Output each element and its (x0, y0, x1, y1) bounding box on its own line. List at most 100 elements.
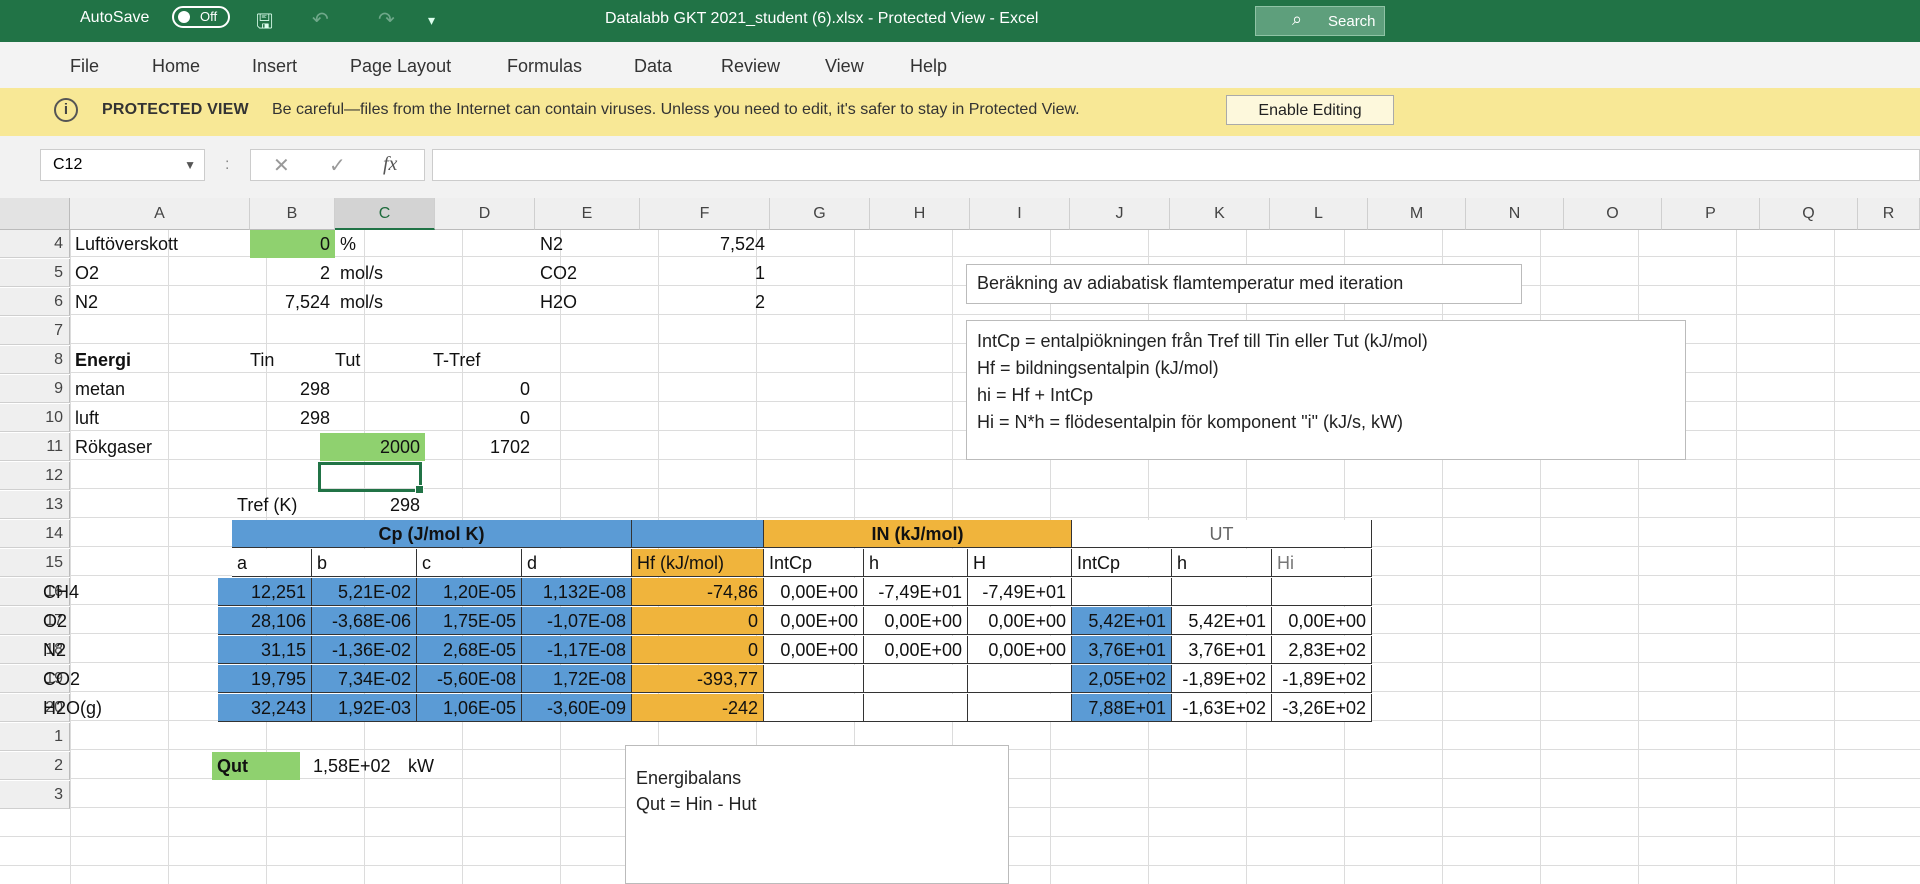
row-header[interactable]: 14 (0, 520, 70, 548)
col-header-h[interactable]: H (870, 198, 970, 230)
tab-home[interactable]: Home (152, 56, 200, 77)
customize-toolbar-icon[interactable]: ▾ (428, 12, 435, 29)
row-header[interactable]: 1 (0, 723, 70, 751)
cell-b9[interactable]: 298 (250, 375, 335, 403)
ut-hi[interactable]: 0,00E+00 (1272, 607, 1372, 635)
cp-c[interactable]: 1,20E-05 (417, 578, 522, 606)
cell-d10[interactable]: 0 (435, 404, 535, 432)
table-col-in-H[interactable]: H (968, 549, 1072, 577)
row-header[interactable]: 13 (0, 491, 70, 519)
cell-b6[interactable]: 7,524 (250, 288, 335, 316)
col-header-l[interactable]: L (1270, 198, 1368, 230)
cp-d[interactable]: 1,132E-08 (522, 578, 632, 606)
in-H[interactable]: 0,00E+00 (968, 607, 1072, 635)
cp-c[interactable]: 1,06E-05 (417, 694, 522, 722)
cp-b[interactable]: 5,21E-02 (312, 578, 417, 606)
cp-b[interactable]: 1,92E-03 (312, 694, 417, 722)
cell-e4[interactable]: N2 (535, 230, 640, 258)
col-header-a[interactable]: A (70, 198, 250, 230)
cell-d9[interactable]: 0 (435, 375, 535, 403)
hf-value[interactable]: -74,86 (632, 578, 764, 606)
tab-view[interactable]: View (825, 56, 864, 77)
formula-input[interactable] (432, 149, 1920, 181)
row-header[interactable]: 5 (0, 259, 70, 287)
ut-h[interactable]: -1,63E+02 (1172, 694, 1272, 722)
cp-d[interactable]: 1,72E-08 (522, 665, 632, 693)
table-col-ut-hi[interactable]: Hi (1272, 549, 1372, 577)
tab-insert[interactable]: Insert (252, 56, 297, 77)
row-header[interactable]: 15 (0, 549, 70, 577)
cell-d11[interactable]: 1702 (435, 433, 535, 461)
ut-intcp[interactable]: 5,42E+01 (1072, 607, 1172, 635)
row-header[interactable]: 3 (0, 781, 70, 809)
tab-review[interactable]: Review (721, 56, 780, 77)
table-col-hf[interactable]: Hf (kJ/mol) (632, 549, 764, 577)
table-col-ut-intcp[interactable]: IntCp (1072, 549, 1172, 577)
cell-c11[interactable]: 2000 (320, 433, 425, 461)
ut-hi[interactable]: -1,89E+02 (1272, 665, 1372, 693)
table-col-in-h[interactable]: h (864, 549, 968, 577)
qut-label[interactable]: Qut (212, 752, 300, 780)
table-col-d[interactable]: d (522, 549, 632, 577)
cell-b4[interactable]: 0 (250, 230, 335, 258)
definitions-textbox[interactable]: IntCp = entalpiökningen från Tref till T… (966, 320, 1686, 460)
table-col-ut-h[interactable]: h (1172, 549, 1272, 577)
cp-a[interactable]: 12,251 (218, 578, 312, 606)
col-header-q[interactable]: Q (1760, 198, 1858, 230)
cell-b13[interactable]: Tref (K) (232, 491, 332, 519)
hf-value[interactable]: 0 (632, 607, 764, 635)
cp-d[interactable]: -1,17E-08 (522, 636, 632, 664)
energy-balance-textbox[interactable]: Energibalans Qut = Hin - Hut (625, 745, 1009, 884)
cell-b8[interactable]: Tin (245, 346, 335, 374)
in-intcp[interactable]: 0,00E+00 (764, 578, 864, 606)
row-header[interactable]: 7 (0, 317, 70, 345)
cell-e5[interactable]: CO2 (535, 259, 640, 287)
hf-value[interactable]: 0 (632, 636, 764, 664)
hf-value[interactable]: -393,77 (632, 665, 764, 693)
table-col-a[interactable]: a (232, 549, 312, 577)
cell-a9[interactable]: metan (70, 375, 250, 403)
ut-hi[interactable]: -3,26E+02 (1272, 694, 1372, 722)
cp-d[interactable]: -3,60E-09 (522, 694, 632, 722)
cancel-icon[interactable]: ✕ (273, 153, 290, 178)
ut-h[interactable]: 3,76E+01 (1172, 636, 1272, 664)
cp-b[interactable]: -3,68E-06 (312, 607, 417, 635)
ut-intcp[interactable] (1072, 578, 1172, 606)
col-header-g[interactable]: G (770, 198, 870, 230)
title-textbox[interactable]: Beräkning av adiabatisk flamtemperatur m… (966, 264, 1522, 304)
row-header[interactable]: 10 (0, 404, 70, 432)
cell-b5[interactable]: 2 (250, 259, 335, 287)
cp-d[interactable]: -1,07E-08 (522, 607, 632, 635)
row-header[interactable]: 2 (0, 752, 70, 780)
active-cell-c12[interactable] (318, 462, 424, 494)
cell-a10[interactable]: luft (70, 404, 250, 432)
in-h[interactable]: 0,00E+00 (864, 607, 968, 635)
cp-header[interactable]: Cp (J/mol K) (232, 520, 632, 548)
in-intcp[interactable]: 0,00E+00 (764, 636, 864, 664)
in-H[interactable]: 0,00E+00 (968, 636, 1072, 664)
row-header[interactable]: 6 (0, 288, 70, 316)
tab-page-layout[interactable]: Page Layout (350, 56, 451, 77)
cell-a8[interactable]: Energi (70, 346, 250, 374)
col-header-e[interactable]: E (535, 198, 640, 230)
ut-header[interactable]: UT (1072, 520, 1372, 548)
in-H[interactable]: -7,49E+01 (968, 578, 1072, 606)
cell-a5[interactable]: O2 (70, 259, 250, 287)
chevron-down-icon[interactable]: ▼ (184, 150, 196, 180)
in-intcp[interactable]: 0,00E+00 (764, 607, 864, 635)
row-header[interactable]: 11 (0, 433, 70, 461)
qut-unit[interactable]: kW (403, 752, 463, 780)
species-name[interactable]: CO2 (38, 665, 158, 693)
in-intcp[interactable] (764, 665, 864, 693)
cp-c[interactable]: 2,68E-05 (417, 636, 522, 664)
cell-a6[interactable]: N2 (70, 288, 250, 316)
cell-a4[interactable]: Luftöverskott (70, 230, 250, 258)
ut-intcp[interactable]: 7,88E+01 (1072, 694, 1172, 722)
tab-help[interactable]: Help (910, 56, 947, 77)
tab-formulas[interactable]: Formulas (507, 56, 582, 77)
ut-hi[interactable] (1272, 578, 1372, 606)
cell-e6[interactable]: H2O (535, 288, 640, 316)
species-name[interactable]: N2 (38, 636, 158, 664)
col-header-n[interactable]: N (1466, 198, 1564, 230)
col-header-d[interactable]: D (435, 198, 535, 230)
